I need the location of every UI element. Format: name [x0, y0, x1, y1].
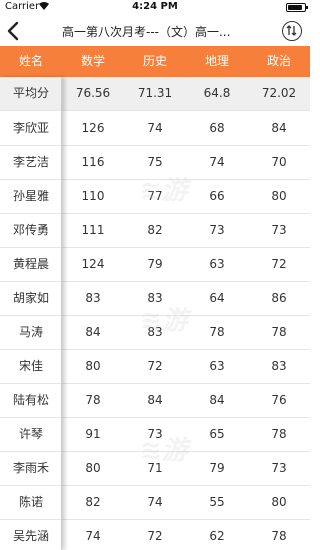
- student-name[interactable]: 李雨禾: [0, 452, 62, 485]
- student-name[interactable]: 胡家如: [0, 282, 62, 315]
- table-row[interactable]: 李欣亚 126 74 68 84: [0, 112, 310, 146]
- chevron-left-icon[interactable]: [6, 18, 26, 44]
- score-math: 91: [85, 427, 101, 441]
- score-math: 116: [81, 155, 105, 169]
- score-history: 72: [147, 359, 163, 373]
- student-name[interactable]: 黄程晨: [0, 248, 62, 281]
- average-row: 平均分 76.56 71.31 64.8 72.02: [0, 77, 310, 111]
- header-politics[interactable]: 政治: [248, 46, 310, 77]
- student-name[interactable]: 马涛: [0, 316, 62, 349]
- score-politics: 86: [271, 291, 287, 305]
- average-label: 平均分: [12, 86, 49, 100]
- score-politics: 84: [271, 121, 287, 135]
- score-geography: 62: [209, 529, 225, 543]
- score-math: 78: [85, 393, 101, 407]
- table-row[interactable]: 吴先涵 74 72 62 78: [0, 520, 310, 550]
- header-name[interactable]: 姓名: [0, 46, 62, 77]
- student-name[interactable]: 许琴: [0, 418, 62, 451]
- score-geography: 84: [209, 393, 225, 407]
- table-row[interactable]: 陆有松 78 84 84 76: [0, 384, 310, 418]
- score-history: 83: [147, 291, 163, 305]
- header-history[interactable]: 历史: [124, 46, 186, 77]
- score-geography: 66: [209, 189, 225, 203]
- score-history: 83: [147, 325, 163, 339]
- header-math[interactable]: 数学: [62, 46, 124, 77]
- header-geography[interactable]: 地理: [186, 46, 248, 77]
- score-history: 75: [147, 155, 163, 169]
- nav-bar: 高一第八次月考---（文）高一...: [0, 16, 310, 46]
- student-name[interactable]: 陈诺: [0, 486, 62, 519]
- score-politics: 70: [271, 155, 287, 169]
- score-geography: 68: [209, 121, 225, 135]
- table-row[interactable]: 李艺洁 116 75 74 70: [0, 146, 310, 180]
- score-politics: 80: [271, 189, 287, 203]
- score-geography: 79: [209, 461, 225, 475]
- student-name[interactable]: 宋佳: [0, 350, 62, 383]
- score-history: 72: [147, 529, 163, 543]
- score-geography: 55: [209, 495, 225, 509]
- table-row[interactable]: 宋佳 80 72 63 83: [0, 350, 310, 384]
- student-name[interactable]: 李欣亚: [0, 112, 62, 145]
- score-geography: 73: [209, 223, 225, 237]
- score-history: 84: [147, 393, 163, 407]
- score-history: 71: [147, 461, 163, 475]
- score-politics: 78: [271, 427, 287, 441]
- score-politics: 78: [271, 529, 287, 543]
- score-history: 73: [147, 427, 163, 441]
- score-geography: 65: [209, 427, 225, 441]
- score-history: 74: [147, 121, 163, 135]
- average-politics: 72.02: [261, 86, 297, 100]
- average-math: 76.56: [75, 86, 111, 100]
- student-name[interactable]: 李艺洁: [0, 146, 62, 179]
- table-header: 姓名 数学 历史 地理 政治: [0, 46, 310, 77]
- average-geography: 64.8: [203, 86, 231, 100]
- battery-level-fill: [288, 5, 302, 10]
- table-row[interactable]: 黄程晨 124 79 63 72: [0, 248, 310, 282]
- score-history: 74: [147, 495, 163, 509]
- score-math: 110: [81, 189, 105, 203]
- score-history: 79: [147, 257, 163, 271]
- score-math: 83: [85, 291, 101, 305]
- page-title: 高一第八次月考---（文）高一...: [62, 25, 231, 39]
- battery-icon: [286, 3, 308, 12]
- score-math: 111: [81, 223, 105, 237]
- student-name[interactable]: 邓传勇: [0, 214, 62, 247]
- score-math: 82: [85, 495, 101, 509]
- table-row[interactable]: 马涛 84 83 78 78: [0, 316, 310, 350]
- score-math: 126: [81, 121, 105, 135]
- score-politics: 78: [271, 325, 287, 339]
- score-politics: 76: [271, 393, 287, 407]
- score-math: 84: [85, 325, 101, 339]
- table-row[interactable]: 许琴 91 73 65 78: [0, 418, 310, 452]
- status-bar: Carrier 4:24 PM: [0, 0, 310, 16]
- score-history: 82: [147, 223, 163, 237]
- score-politics: 73: [271, 461, 287, 475]
- score-geography: 63: [209, 359, 225, 373]
- score-history: 77: [147, 189, 163, 203]
- score-math: 124: [81, 257, 105, 271]
- score-geography: 74: [209, 155, 225, 169]
- table-row[interactable]: 陈诺 82 74 55 80: [0, 486, 310, 520]
- table-row[interactable]: 胡家如 83 83 64 86: [0, 282, 310, 316]
- table-row[interactable]: 孙星雅 110 77 66 80: [0, 180, 310, 214]
- score-geography: 64: [209, 291, 225, 305]
- clock-time: 4:24 PM: [132, 1, 178, 12]
- table-row[interactable]: 邓传勇 111 82 73 73: [0, 214, 310, 248]
- student-name[interactable]: 吴先涵: [0, 520, 62, 550]
- score-math: 80: [85, 359, 101, 373]
- score-math: 80: [85, 461, 101, 475]
- student-name[interactable]: 陆有松: [0, 384, 62, 417]
- score-politics: 73: [271, 223, 287, 237]
- score-geography: 78: [209, 325, 225, 339]
- score-politics: 72: [271, 257, 287, 271]
- table-row[interactable]: 李雨禾 80 71 79 73: [0, 452, 310, 486]
- student-name[interactable]: 孙星雅: [0, 180, 62, 213]
- score-politics: 83: [271, 359, 287, 373]
- score-geography: 63: [209, 257, 225, 271]
- score-math: 74: [85, 529, 101, 543]
- average-history: 71.31: [137, 86, 173, 100]
- score-politics: 80: [271, 495, 287, 509]
- share-circle-icon[interactable]: [282, 21, 302, 41]
